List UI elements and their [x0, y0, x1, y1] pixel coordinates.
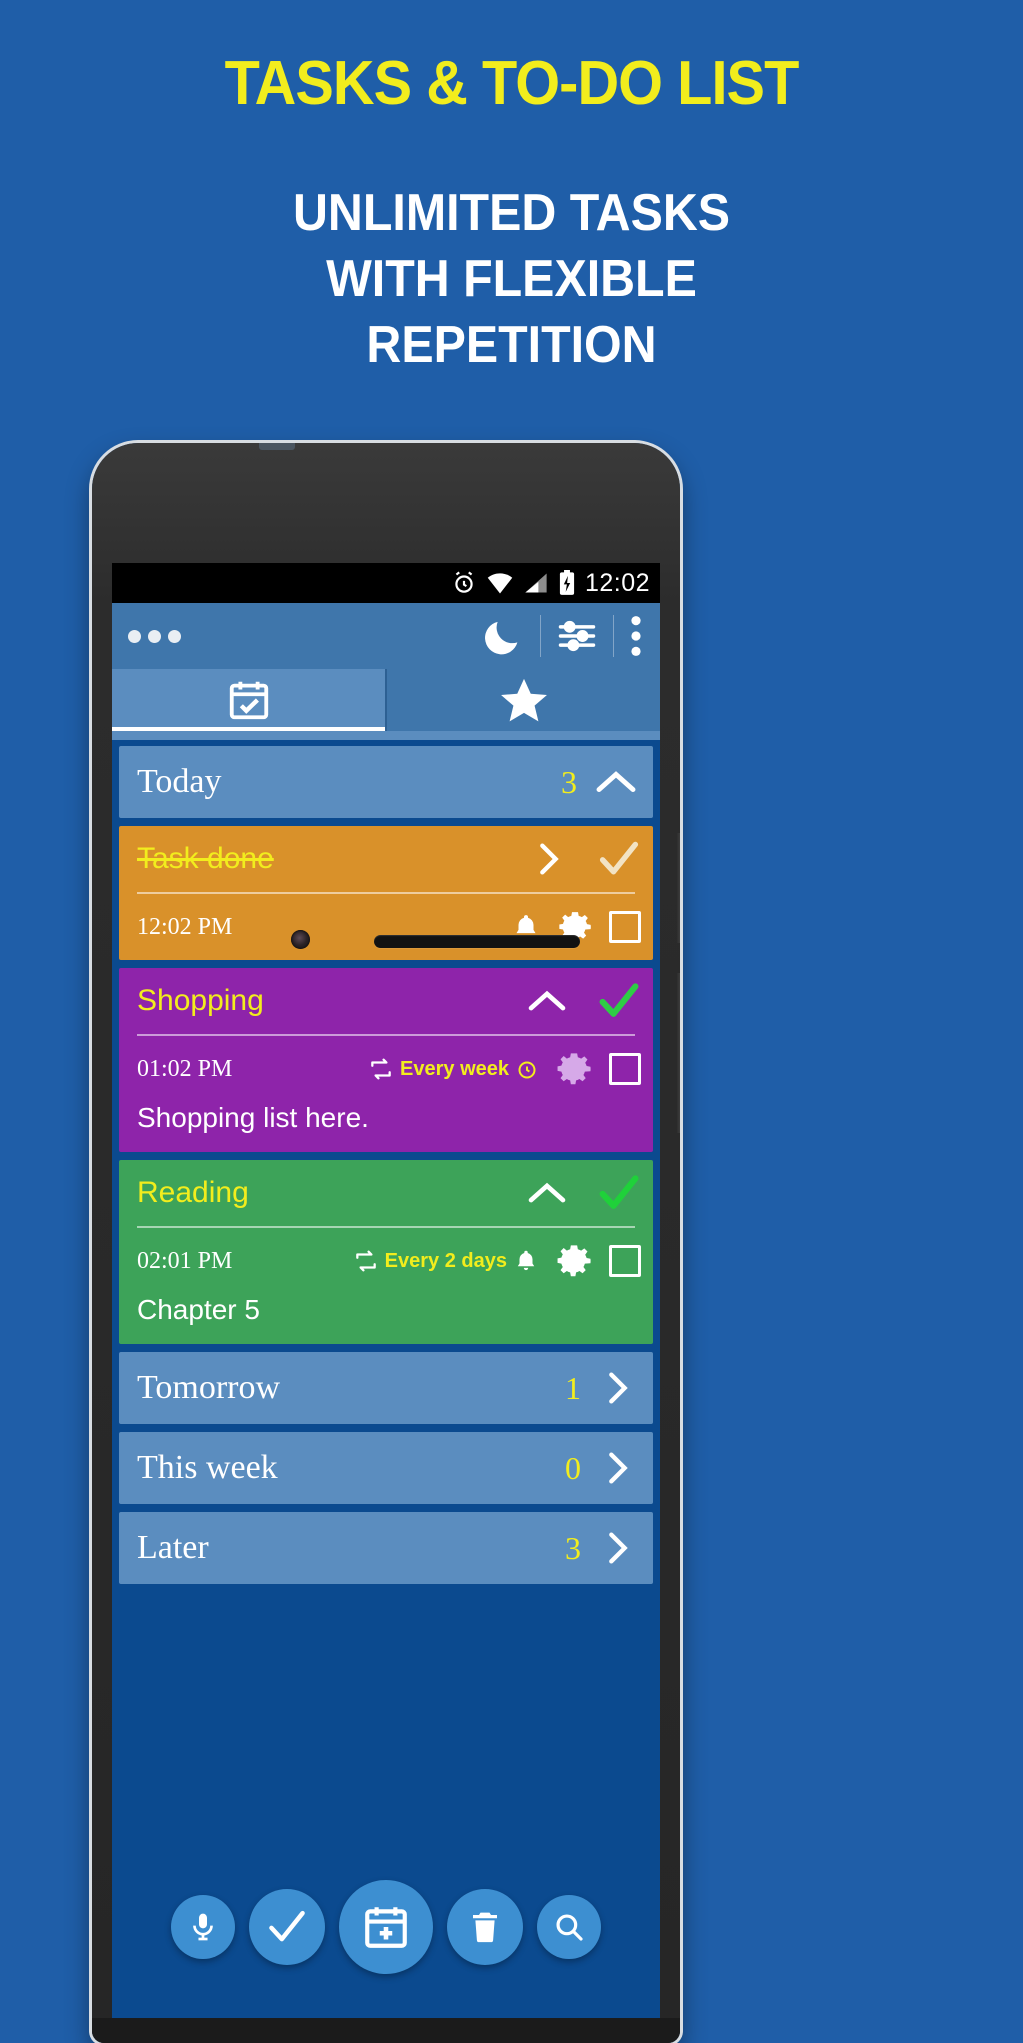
tab-starred[interactable]	[387, 669, 660, 731]
moon-icon[interactable]	[480, 613, 526, 659]
task-repeat: Every week	[368, 1057, 539, 1081]
phone-screen: 12:02 Today 3 Task done 12:02 PM Shoppin…	[112, 563, 660, 2018]
task-time: 01:02 PM	[137, 1055, 233, 1082]
chevron-right-icon[interactable]	[597, 1448, 639, 1488]
chevron-up-icon[interactable]	[525, 1177, 569, 1209]
checkbox-unchecked-icon[interactable]	[609, 911, 641, 943]
earpiece-speaker	[374, 935, 580, 948]
phone-mockup: 12:02 Today 3 Task done 12:02 PM Shoppin…	[92, 443, 680, 2043]
chevron-right-icon[interactable]	[597, 1528, 639, 1568]
repeat-label: Every week	[400, 1057, 509, 1080]
task-time: 02:01 PM	[137, 1247, 233, 1274]
check-icon	[266, 1908, 308, 1946]
vertical-dots-icon[interactable]	[628, 613, 644, 659]
repeat-icon	[353, 1249, 379, 1273]
task-title: Shopping	[137, 984, 264, 1017]
bell-icon	[513, 1248, 539, 1274]
check-mark-dim-icon[interactable]	[597, 839, 641, 879]
chevron-up-icon[interactable]	[593, 765, 639, 799]
group-count: 3	[561, 763, 577, 800]
app-toolbar	[112, 603, 660, 669]
task-card[interactable]: Shopping 01:02 PM Every week Shopping li…	[119, 968, 653, 1152]
alarm-clock-icon	[515, 1057, 539, 1081]
group-count: 1	[565, 1369, 581, 1406]
toolbar-divider	[540, 615, 541, 657]
volume-button	[677, 833, 680, 943]
group-label: Later	[137, 1529, 209, 1566]
repeat-label: Every 2 days	[384, 1249, 507, 1272]
group-count: 0	[565, 1449, 581, 1486]
phone-chin	[92, 2018, 680, 2043]
chevron-up-icon[interactable]	[525, 985, 569, 1017]
complete-fab[interactable]	[249, 1889, 325, 1965]
battery-charging-icon	[558, 570, 576, 596]
checkbox-unchecked-icon[interactable]	[609, 1053, 641, 1085]
group-label: Tomorrow	[137, 1369, 281, 1406]
task-note: Shopping list here.	[137, 1102, 369, 1133]
gear-icon[interactable]	[553, 1240, 595, 1282]
power-button	[677, 973, 680, 1133]
task-title: Task done	[137, 842, 274, 875]
group-label: This week	[137, 1449, 278, 1486]
group-label: Today	[137, 763, 222, 800]
voice-input-fab[interactable]	[171, 1895, 235, 1959]
group-header-tomorrow[interactable]: Tomorrow 1	[119, 1352, 653, 1424]
chevron-right-icon[interactable]	[597, 1368, 639, 1408]
front-camera	[291, 930, 310, 949]
task-time: 12:02 PM	[137, 913, 233, 940]
group-header-today[interactable]: Today 3	[119, 746, 653, 818]
phone-antenna-nub	[259, 443, 295, 450]
wifi-icon	[486, 571, 514, 595]
page-title: TASKS & TO-DO LIST	[224, 49, 800, 118]
group-count: 3	[565, 1529, 581, 1566]
task-list[interactable]: Today 3 Task done 12:02 PM Shopping 01:0…	[112, 731, 660, 2018]
task-card[interactable]: Reading 02:01 PM Every 2 days Chapter 5	[119, 1160, 653, 1344]
tab-bar	[112, 669, 660, 731]
microphone-icon	[187, 1911, 219, 1943]
chevron-right-icon[interactable]	[529, 839, 569, 879]
tab-calendar[interactable]	[112, 669, 385, 731]
task-title: Reading	[137, 1176, 249, 1209]
delete-fab[interactable]	[447, 1889, 523, 1965]
task-note: Chapter 5	[137, 1294, 260, 1325]
trash-icon	[467, 1908, 503, 1946]
status-bar-clock: 12:02	[584, 568, 650, 597]
status-bar: 12:02	[112, 563, 660, 603]
calendar-plus-icon	[361, 1902, 411, 1952]
task-repeat: Every 2 days	[353, 1248, 539, 1274]
add-task-fab[interactable]	[339, 1880, 433, 1974]
subtitle-line-1: UNLIMITED TASKS	[292, 184, 731, 242]
checkbox-unchecked-icon[interactable]	[609, 1245, 641, 1277]
three-dots-icon[interactable]	[128, 629, 181, 643]
list-top-strip	[112, 731, 660, 740]
page-subtitle: UNLIMITED TASKS WITH FLEXIBLE REPETITION	[36, 180, 987, 378]
group-header-later[interactable]: Later 3	[119, 1512, 653, 1584]
toolbar-divider-2	[613, 615, 614, 657]
repeat-icon	[368, 1057, 394, 1081]
check-mark-green-icon[interactable]	[597, 981, 641, 1021]
gear-icon[interactable]	[553, 1048, 595, 1090]
fab-bar	[112, 1880, 660, 1974]
sliders-icon[interactable]	[555, 614, 599, 658]
check-mark-green-icon[interactable]	[597, 1173, 641, 1213]
group-header-this-week[interactable]: This week 0	[119, 1432, 653, 1504]
search-fab[interactable]	[537, 1895, 601, 1959]
subtitle-line-2: WITH FLEXIBLE	[326, 250, 697, 308]
signal-icon	[523, 571, 549, 595]
subtitle-line-3: REPETITION	[366, 316, 657, 374]
alarm-icon	[451, 570, 477, 596]
search-icon	[553, 1911, 585, 1943]
